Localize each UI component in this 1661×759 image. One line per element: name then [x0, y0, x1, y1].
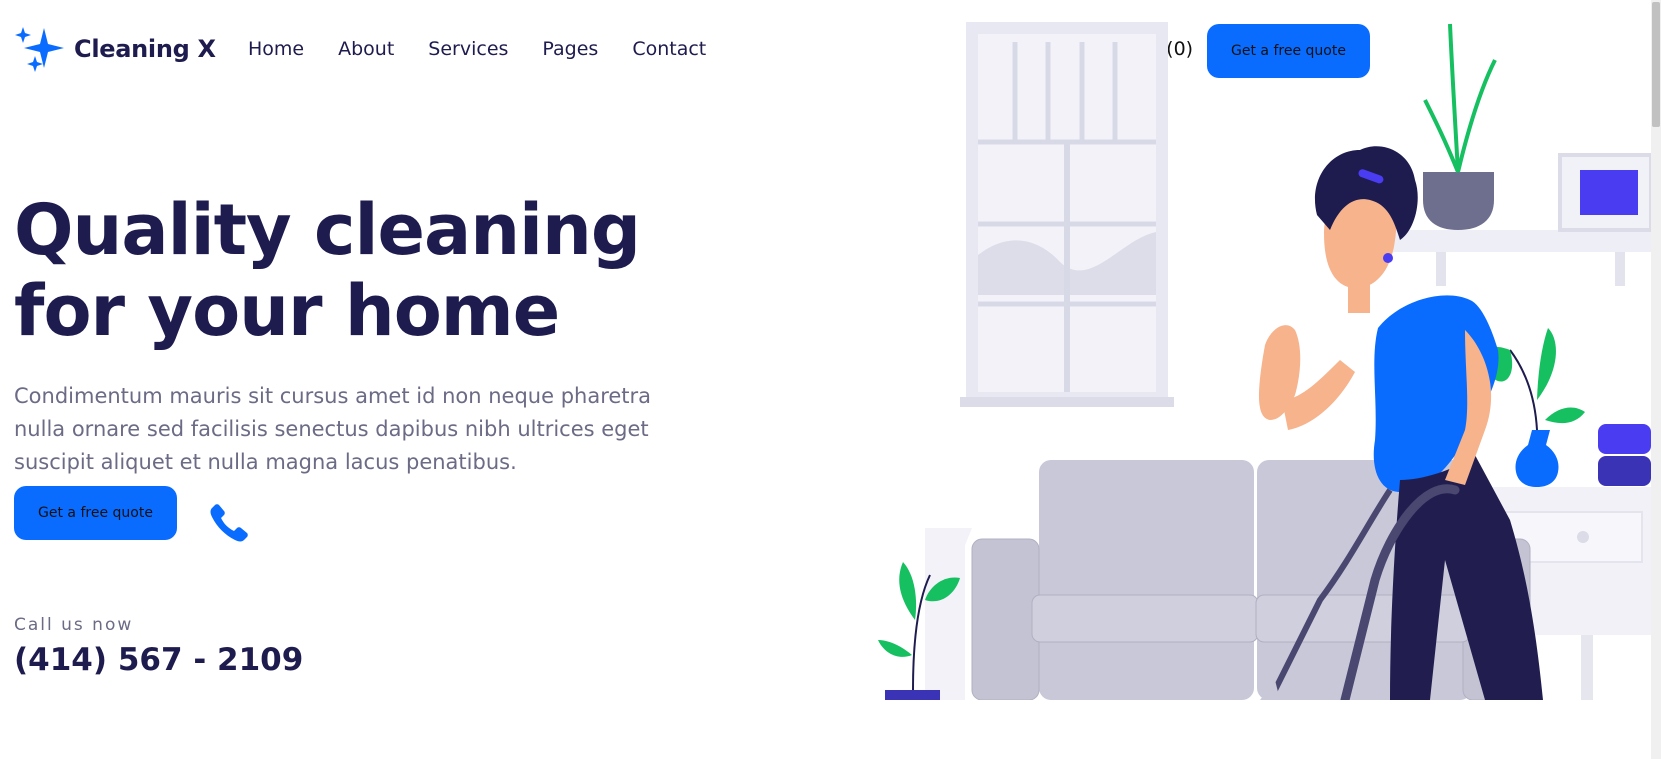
phone-number[interactable]: (414) 567 - 2109 [14, 642, 303, 678]
nav-services[interactable]: Services [428, 38, 508, 60]
nav-home[interactable]: Home [248, 38, 304, 60]
scrollbar[interactable] [1651, 0, 1661, 759]
hero-title-line2: for your home [14, 270, 560, 352]
shelf-illustration [1373, 23, 1651, 286]
cleaning-illustration [878, 22, 1651, 700]
nav-about[interactable]: About [338, 38, 394, 60]
phone-icon[interactable] [208, 502, 250, 544]
hero-title: Quality cleaning for your home [14, 190, 714, 352]
sparkle-logo-icon [15, 27, 64, 72]
hero-quote-button[interactable]: Get a free quote [14, 486, 177, 540]
nav-contact[interactable]: Contact [632, 38, 706, 60]
logo[interactable]: Cleaning X [14, 26, 216, 72]
hero-description: Condimentum mauris sit cursus amet id no… [14, 384, 652, 474]
main-nav: Home About Services Pages Contact [248, 38, 740, 60]
logo-text: Cleaning X [74, 35, 216, 63]
call-us-label: Call us now [14, 615, 134, 635]
window-illustration [960, 22, 1174, 407]
scroll-thumb[interactable] [1652, 2, 1660, 127]
nav-pages[interactable]: Pages [542, 38, 598, 60]
left-plant-illustration [878, 528, 972, 700]
hero-title-line1: Quality cleaning [14, 189, 641, 271]
